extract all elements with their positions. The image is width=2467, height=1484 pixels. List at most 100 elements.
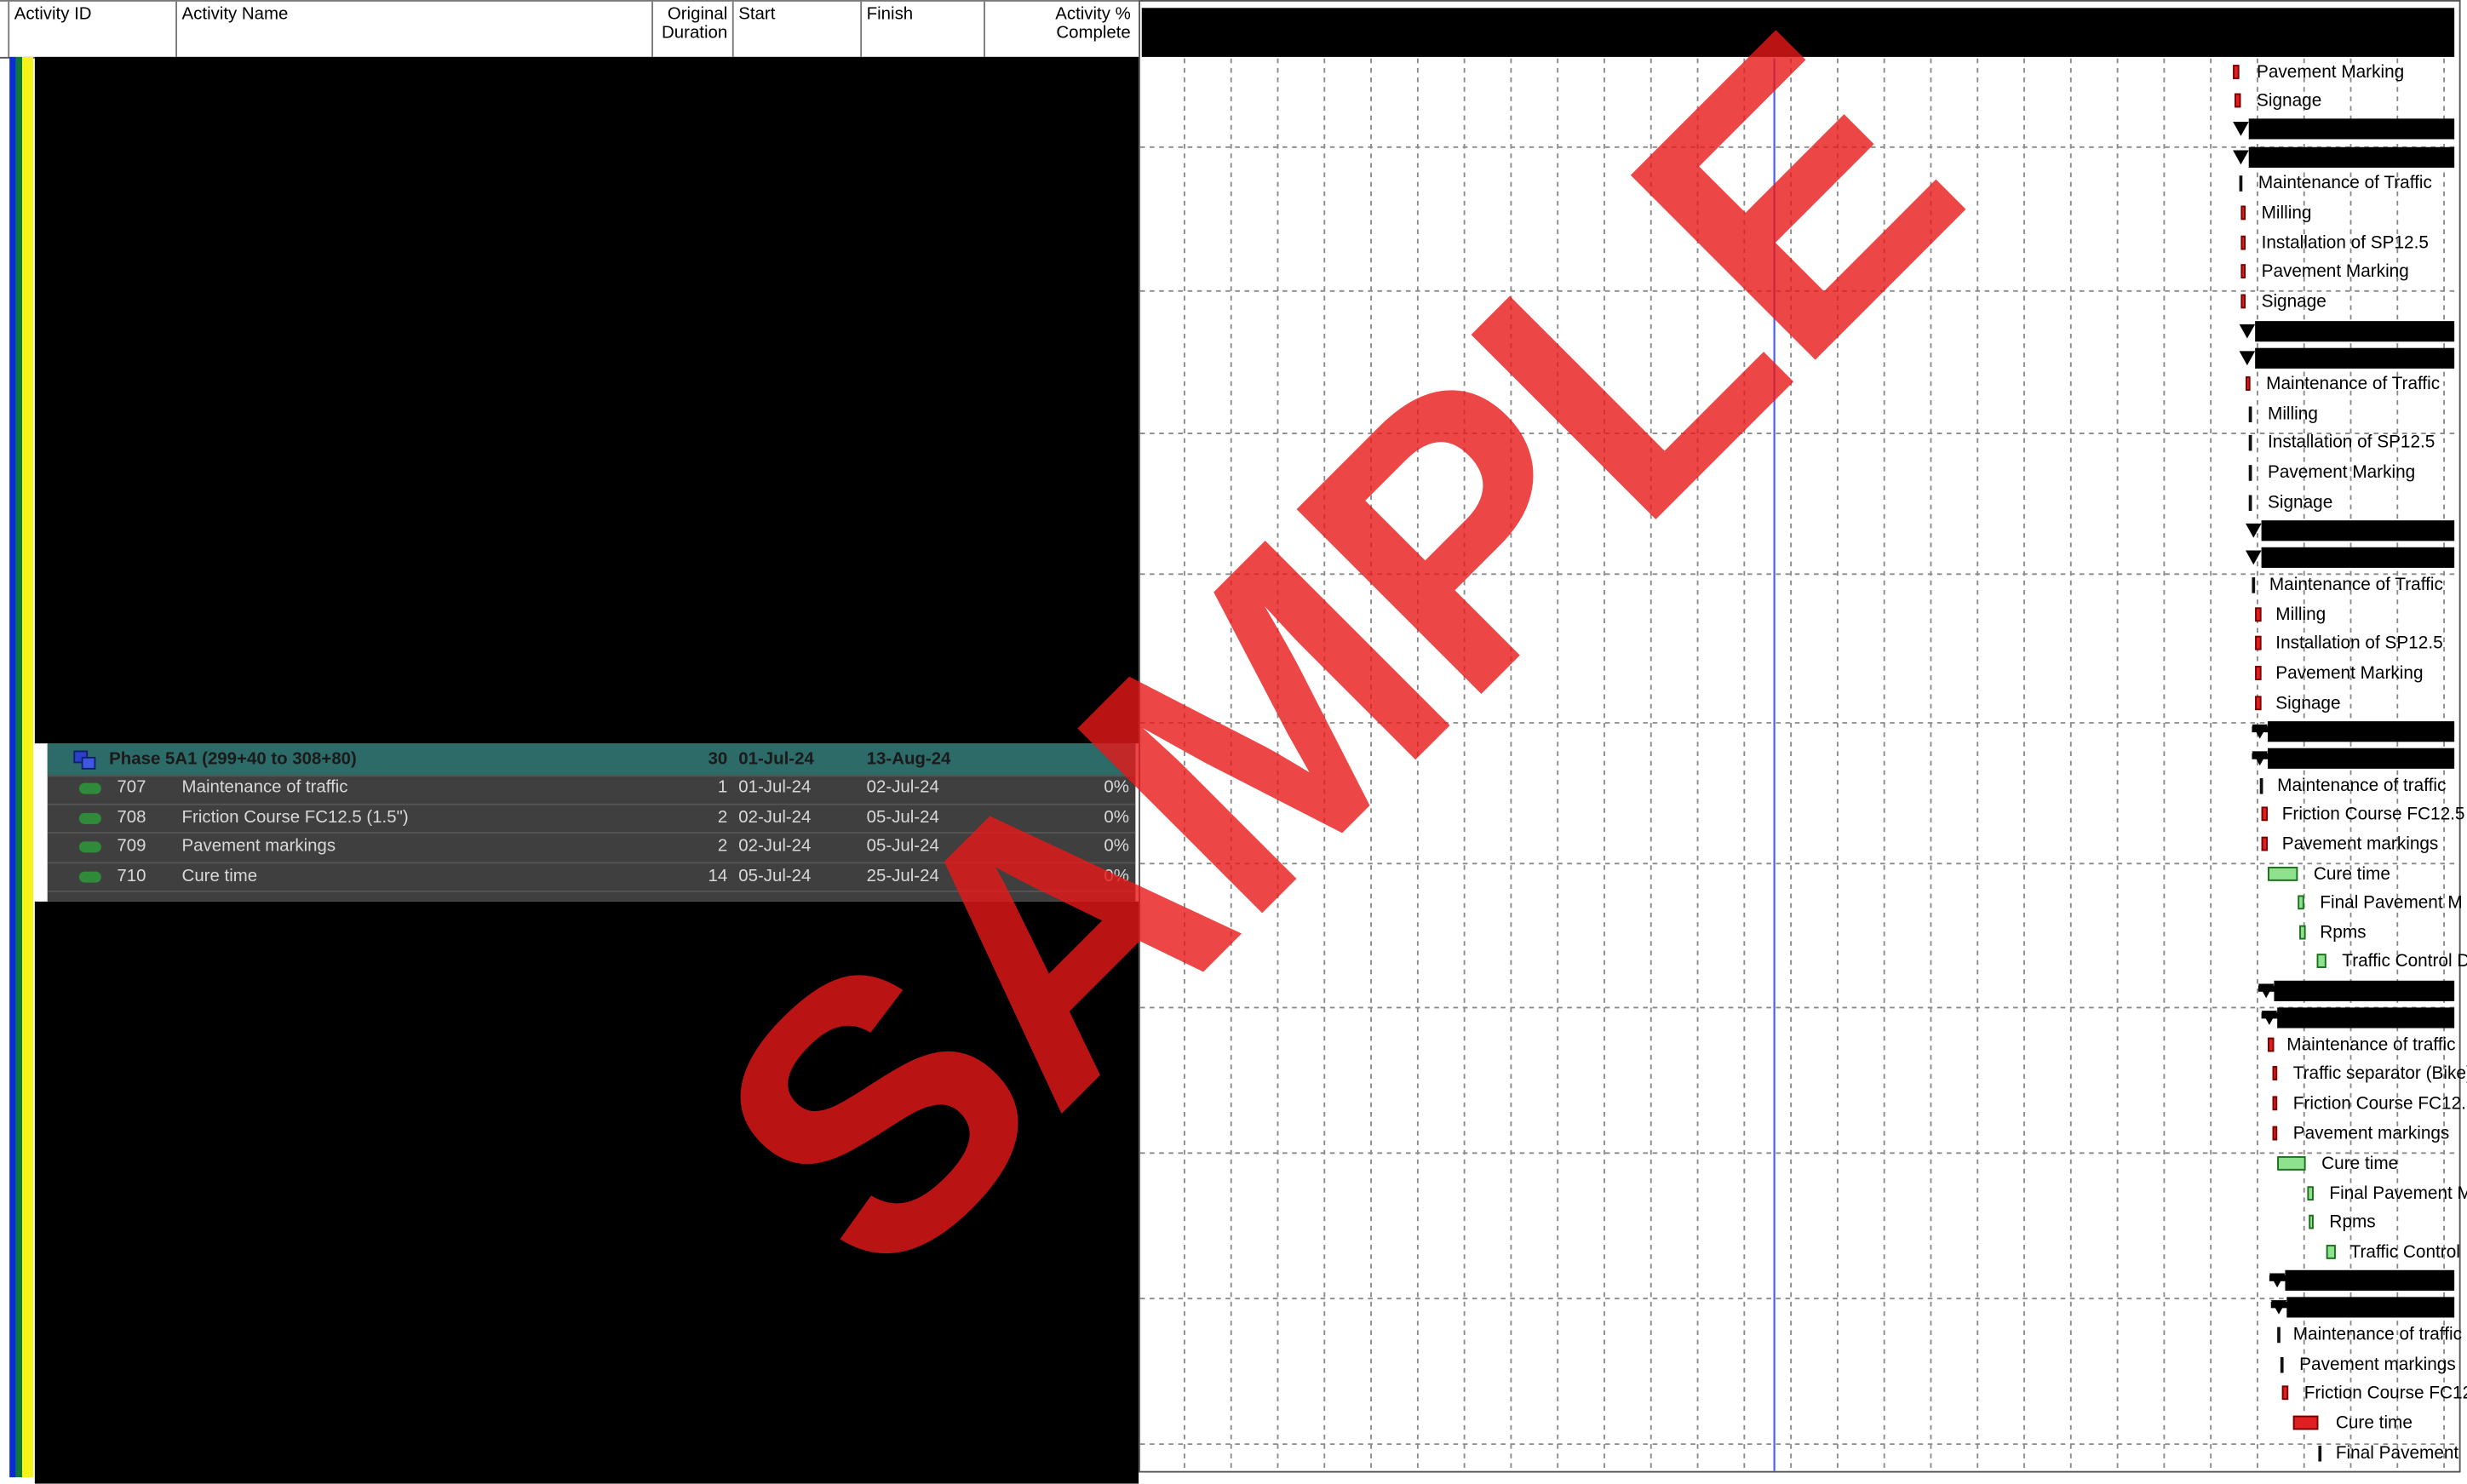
gantt-bar-label: Signage	[2268, 493, 2333, 513]
cell-start: 01-Jul-24	[738, 749, 814, 769]
milestone-tick	[2259, 778, 2263, 794]
gantt-bar-label: Traffic Control D	[2342, 952, 2467, 971]
col-activity-id-label: Activity ID	[14, 4, 92, 24]
col-activity-pct-label-1: Activity %	[1055, 4, 1131, 24]
gantt-window: Activity ID Activity Name Original Durat…	[0, 0, 2467, 1484]
gantt-bar-label: Installation of SP12.5	[2275, 633, 2443, 654]
activity-bar	[2233, 65, 2240, 79]
milestone-tick	[2239, 175, 2243, 192]
activity-bar	[2255, 607, 2262, 622]
cell-name: Maintenance of traffic	[181, 778, 348, 798]
activity-bar	[2255, 666, 2262, 680]
col-activity-id[interactable]: Activity ID	[8, 1, 175, 57]
wbs-summary-icon	[73, 750, 96, 770]
activity-bar	[2240, 294, 2246, 309]
activity-status-icon	[78, 812, 101, 824]
activity-bar-remaining	[2298, 895, 2304, 910]
summary-bar-span	[2269, 1275, 2355, 1281]
gantt-bar-label: Signage	[2257, 91, 2322, 112]
gantt-bar-label: Final Pavement M	[2329, 1184, 2467, 1204]
activity-bar	[2255, 635, 2262, 650]
cell-start: 02-Jul-24	[738, 837, 812, 857]
gantt-bar-label: Pavement markings	[2299, 1355, 2456, 1375]
cell-finish: 05-Jul-24	[866, 807, 939, 827]
redacted-summary-bar	[2261, 547, 2455, 568]
redacted-table-block-bottom	[34, 901, 1139, 1484]
gantt-bar-label: Pavement Marking	[2261, 262, 2409, 282]
table-row[interactable]: 709 Pavement markings 2 02-Jul-24 05-Jul…	[47, 833, 1136, 863]
wbs-level-bands	[0, 56, 35, 1478]
summary-bar-start	[2239, 351, 2256, 366]
col-activity-pct-label-2: Complete	[1056, 23, 1131, 43]
gantt-bar-label: Friction Course FC12.5	[2281, 805, 2465, 824]
summary-bar-span	[2261, 1011, 2347, 1019]
col-activity-name-label: Activity Name	[181, 4, 289, 24]
activity-bar	[2261, 806, 2269, 822]
cell-start: 02-Jul-24	[738, 807, 812, 827]
gantt-bar-label: Pavement markings	[2281, 834, 2439, 855]
col-finish-label: Finish	[866, 4, 914, 24]
summary-bar-span	[2252, 753, 2335, 759]
gantt-bar-label: Friction Course FC12	[2303, 1384, 2467, 1403]
activity-bar	[2246, 376, 2251, 391]
cell-name: Pavement markings	[181, 837, 336, 857]
redacted-timescale-header	[1141, 8, 2455, 57]
cell-duration: 14	[708, 866, 728, 885]
activity-bar	[2261, 836, 2269, 851]
summary-bar-span	[2270, 1301, 2357, 1309]
activity-bar-remaining	[2277, 1156, 2306, 1171]
table-row[interactable]: 710 Cure time 14 05-Jul-24 25-Jul-24 0%	[47, 862, 1136, 893]
wbs-band-yellow	[21, 56, 33, 1478]
column-header-row: Activity ID Activity Name Original Durat…	[0, 0, 1139, 59]
col-activity-pct[interactable]: Activity % Complete	[984, 1, 1135, 57]
gantt-bar-label: Final Pavement M	[2320, 893, 2463, 913]
cell-finish: 05-Jul-24	[866, 837, 939, 857]
table-row[interactable]: 707 Maintenance of traffic 1 01-Jul-24 0…	[47, 773, 1136, 805]
activity-bar	[2255, 696, 2262, 711]
gantt-bar-label: Maintenance of traffic	[2292, 1325, 2462, 1345]
gantt-bar-label: Traffic separator (Bike)	[2292, 1064, 2467, 1084]
milestone-tick	[2248, 406, 2252, 423]
activity-status-icon	[78, 841, 101, 853]
col-activity-name[interactable]: Activity Name	[175, 1, 651, 57]
activity-bar-remaining	[2268, 867, 2298, 881]
activity-bar	[2240, 264, 2246, 278]
cell-name: Phase 5A1 (299+40 to 308+80)	[109, 749, 357, 769]
gantt-bar-label: Friction Course FC12.5	[2292, 1094, 2467, 1114]
summary-bar-span	[2252, 725, 2335, 733]
gantt-bar-label: Signage	[2261, 292, 2326, 312]
cell-id: 707	[117, 778, 146, 798]
cell-duration: 2	[717, 837, 728, 857]
gantt-bar-label: Pavement Marking	[2275, 664, 2424, 684]
redacted-table-block-top	[34, 56, 1139, 744]
table-row[interactable]: 708 Friction Course FC12.5 (1.5") 2 02-J…	[47, 803, 1136, 834]
col-start[interactable]: Start	[731, 1, 860, 57]
col-finish[interactable]: Finish	[860, 1, 984, 57]
gantt-bar-label: Final Pavement	[2335, 1444, 2459, 1464]
gantt-bar-label: Maintenance of Traffic	[2266, 375, 2441, 394]
col-original-duration[interactable]: Original Duration	[651, 1, 732, 57]
cell-id: 710	[117, 866, 146, 885]
milestone-tick	[2280, 1356, 2284, 1373]
cell-name: Cure time	[181, 866, 258, 885]
activity-bar-remaining	[2299, 925, 2306, 940]
gantt-bar-label: Cure time	[2335, 1413, 2412, 1434]
table-row-summary[interactable]: Phase 5A1 (299+40 to 308+80) 30 01-Jul-2…	[47, 745, 1136, 776]
cell-duration: 30	[708, 749, 728, 769]
activity-status-icon	[78, 782, 101, 794]
cell-start: 05-Jul-24	[738, 866, 812, 885]
gantt-bar-label: Maintenance of Traffic	[2258, 174, 2432, 193]
redacted-summary-bar	[2248, 118, 2455, 140]
cell-pct: 0%	[1104, 807, 1129, 827]
cell-id: 708	[117, 807, 146, 827]
gantt-bar-label: Pavement Marking	[2268, 463, 2416, 483]
gantt-bar-label: Pavement Marking	[2257, 63, 2405, 83]
col-original-duration-label-2: Duration	[662, 23, 728, 43]
cell-start: 01-Jul-24	[738, 778, 812, 798]
milestone-tick	[2277, 1326, 2281, 1344]
milestone-tick	[2318, 1445, 2322, 1462]
milestone-tick	[2248, 465, 2252, 481]
activity-table-visible-band: Phase 5A1 (299+40 to 308+80) 30 01-Jul-2…	[47, 743, 1136, 902]
activity-bar	[2292, 1415, 2319, 1430]
activity-bar-remaining	[2326, 1245, 2336, 1259]
